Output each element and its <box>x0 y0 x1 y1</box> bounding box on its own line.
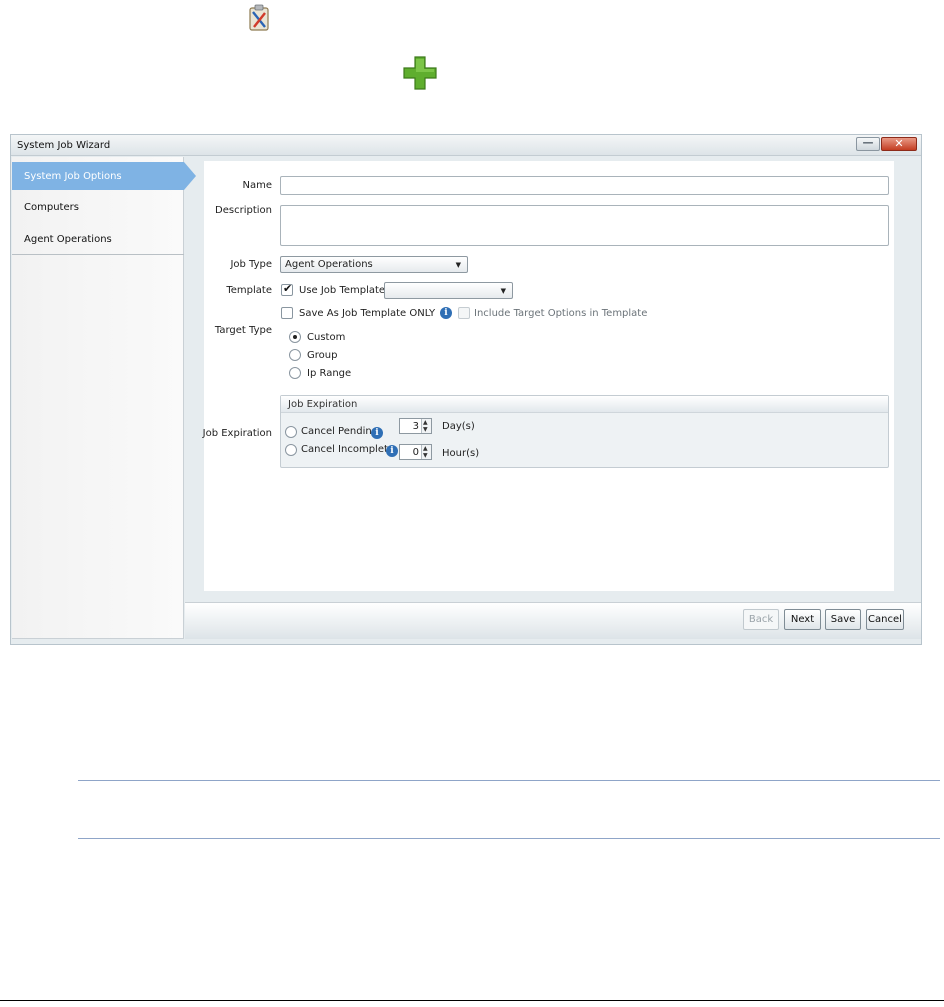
job-type-selected-value: Agent Operations <box>285 259 373 270</box>
wizard-sidebar: System Job Options Computers Agent Opera… <box>12 157 196 639</box>
cancel-pending-label: Cancel Pending <box>301 426 379 437</box>
cancel-pending-value: 3 <box>412 421 419 432</box>
minimize-icon: — <box>862 136 874 149</box>
sidebar-item-computers[interactable]: Computers <box>12 193 184 221</box>
description-textarea[interactable] <box>280 205 889 246</box>
sidebar-divider <box>12 254 184 255</box>
target-type-label: Target Type <box>214 325 272 336</box>
save-button[interactable]: Save <box>825 609 861 630</box>
cancel-pending-radio[interactable] <box>285 426 297 438</box>
target-type-ip-range-radio[interactable] <box>289 367 301 379</box>
chevron-down-icon[interactable]: ▼ <box>423 426 428 433</box>
save-as-template-only-label: Save As Job Template ONLY <box>299 308 436 319</box>
info-icon[interactable]: i <box>371 427 383 439</box>
horizontal-rule <box>78 838 940 839</box>
info-icon[interactable]: i <box>386 445 398 457</box>
target-type-group-label: Group <box>307 350 338 361</box>
chevron-up-icon[interactable]: ▲ <box>423 419 428 426</box>
job-type-dropdown[interactable]: Agent Operations ▼ <box>280 256 468 273</box>
next-button[interactable]: Next <box>784 609 821 630</box>
cancel-incomplete-unit: Hour(s) <box>442 448 480 459</box>
save-as-template-only-checkbox[interactable] <box>281 307 293 319</box>
chevron-down-icon[interactable]: ▼ <box>423 452 428 459</box>
sidebar-item-agent-operations[interactable]: Agent Operations <box>12 225 184 253</box>
clipboard-tools-icon[interactable] <box>247 2 271 38</box>
job-type-label: Job Type <box>230 259 272 270</box>
template-label: Template <box>226 285 272 296</box>
window-title: System Job Wizard <box>17 140 111 151</box>
job-expiration-group-header: Job Expiration <box>281 396 888 413</box>
sidebar-item-label: Computers <box>24 202 79 213</box>
sidebar-item-label: Agent Operations <box>24 234 112 245</box>
template-dropdown[interactable]: ▼ <box>384 282 513 299</box>
name-label: Name <box>242 180 272 191</box>
use-job-template-checkbox[interactable] <box>281 282 293 296</box>
cancel-incomplete-value: 0 <box>412 447 419 458</box>
job-expiration-group-title: Job Expiration <box>288 399 358 410</box>
page-bottom-rule <box>0 1000 944 1001</box>
back-button[interactable]: Back <box>743 609 779 630</box>
close-button[interactable]: ✕ <box>881 137 917 151</box>
use-job-template-label: Use Job Template <box>299 285 386 296</box>
name-input[interactable] <box>280 176 889 195</box>
include-target-options-checkbox[interactable] <box>458 307 470 319</box>
target-type-group-radio[interactable] <box>289 349 301 361</box>
window-titlebar[interactable]: System Job Wizard — ✕ <box>11 135 921 156</box>
cancel-pending-stepper[interactable]: 3 ▲ ▼ <box>399 418 432 434</box>
job-expiration-label: Job Expiration <box>202 428 272 439</box>
cancel-incomplete-stepper[interactable]: 0 ▲ ▼ <box>399 444 432 460</box>
stepper-arrows[interactable]: ▲ ▼ <box>421 445 431 459</box>
cancel-button[interactable]: Cancel <box>866 609 904 630</box>
add-plus-icon[interactable] <box>402 55 438 91</box>
description-label: Description <box>215 205 272 216</box>
target-type-custom-label: Custom <box>307 332 346 343</box>
chevron-down-icon: ▼ <box>500 287 506 295</box>
cancel-incomplete-label: Cancel Incomplete <box>301 444 395 455</box>
horizontal-rule <box>78 780 940 781</box>
include-target-options-label: Include Target Options in Template <box>474 308 648 319</box>
close-icon: ✕ <box>894 137 904 150</box>
info-icon[interactable]: i <box>440 307 452 319</box>
target-type-ip-range-label: Ip Range <box>307 368 352 379</box>
target-type-custom-radio[interactable] <box>289 331 301 343</box>
stepper-arrows[interactable]: ▲ ▼ <box>421 419 431 433</box>
chevron-down-icon: ▼ <box>455 261 461 269</box>
cancel-incomplete-radio[interactable] <box>285 444 297 456</box>
sidebar-item-system-job-options[interactable]: System Job Options <box>12 162 196 190</box>
minimize-button[interactable]: — <box>856 136 880 151</box>
cancel-pending-unit: Day(s) <box>442 421 475 432</box>
chevron-up-icon[interactable]: ▲ <box>423 445 428 452</box>
sidebar-item-label: System Job Options <box>24 171 122 182</box>
